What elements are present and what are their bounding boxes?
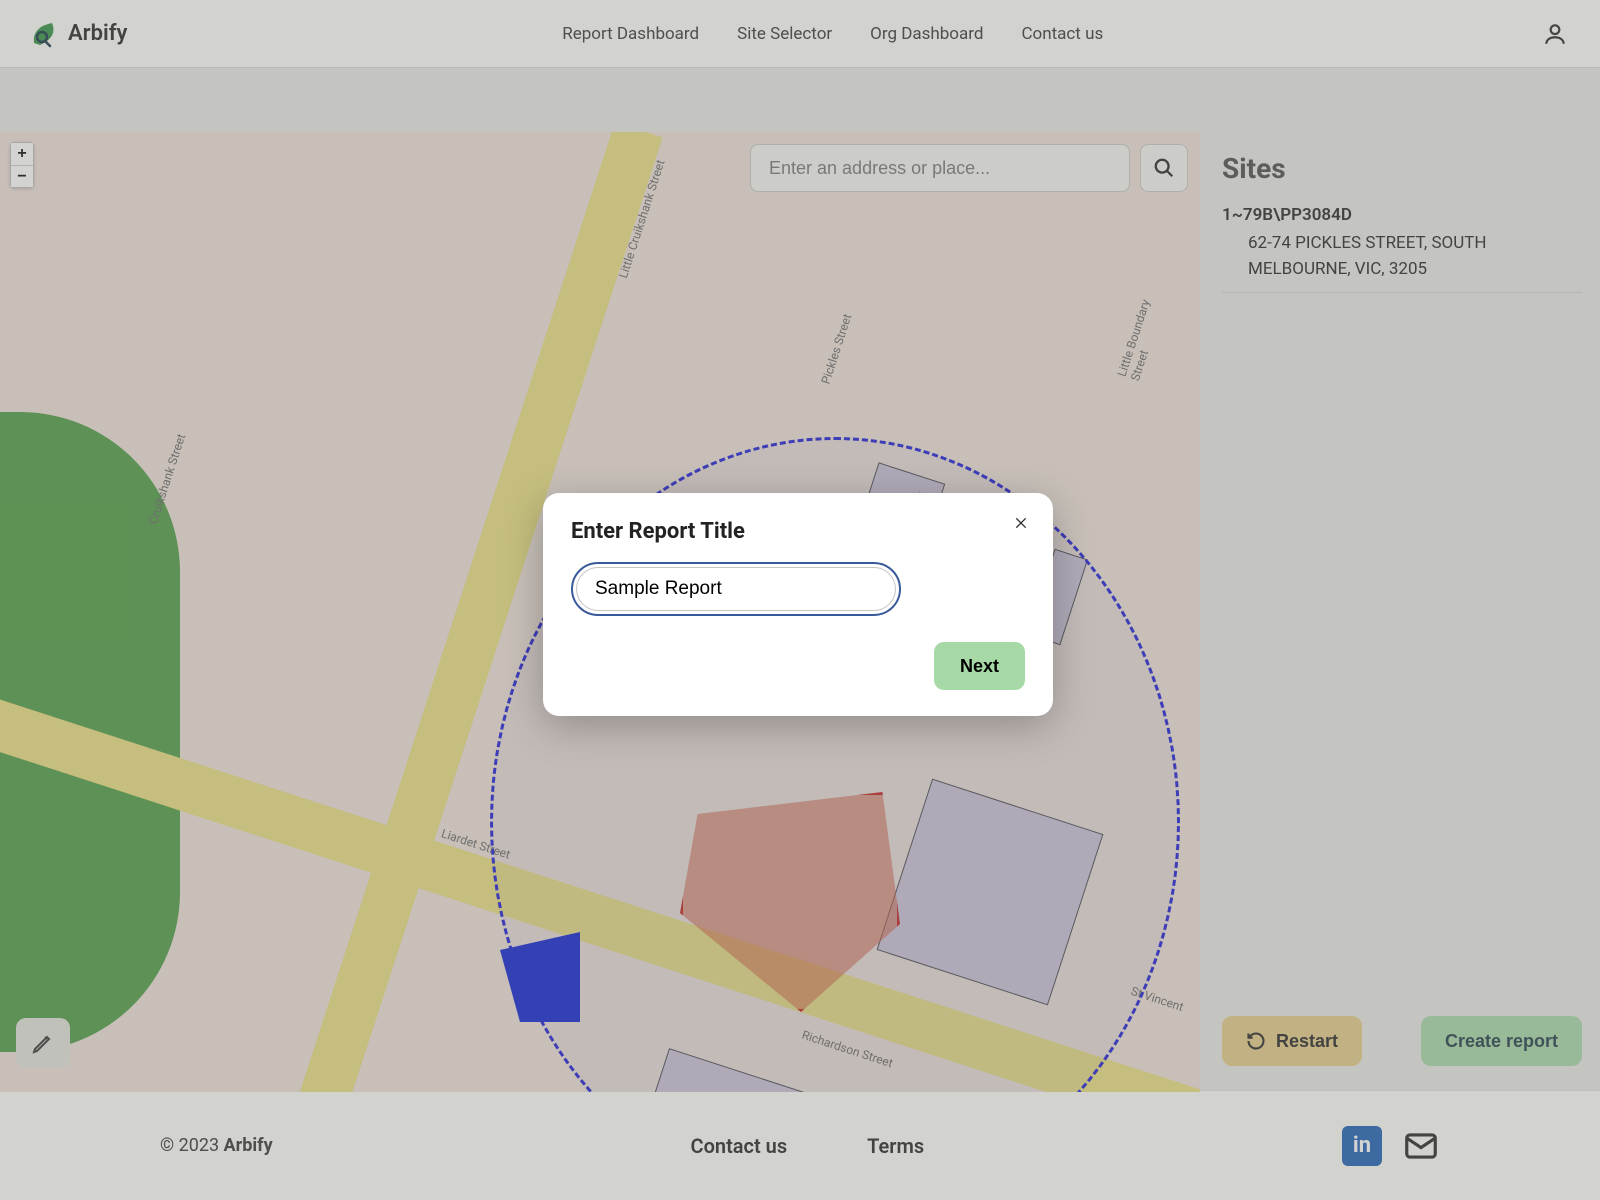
zoom-in-button[interactable]: + — [11, 143, 33, 165]
search-icon — [1153, 157, 1175, 179]
app-footer: © 2023 Arbify Contact us Terms in — [0, 1090, 1600, 1200]
next-button[interactable]: Next — [934, 642, 1025, 690]
restart-button[interactable]: Restart — [1222, 1016, 1362, 1066]
linkedin-icon[interactable]: in — [1342, 1126, 1382, 1166]
sites-panel: Sites 1~79B\PP3084D 62-74 PICKLES STREET… — [1200, 132, 1600, 1090]
divider — [1222, 292, 1582, 293]
create-report-button[interactable]: Create report — [1421, 1016, 1582, 1066]
create-report-label: Create report — [1445, 1031, 1558, 1052]
street-label: Pickles Street — [819, 312, 855, 386]
brand-name: Arbify — [68, 21, 127, 46]
close-icon — [1013, 515, 1029, 531]
modal-close-button[interactable] — [1009, 513, 1033, 537]
nav-contact-us[interactable]: Contact us — [1021, 24, 1103, 44]
footer-copyright: © 2023 Arbify — [160, 1135, 273, 1156]
zoom-out-button[interactable]: − — [11, 165, 33, 187]
footer-social: in — [1342, 1126, 1440, 1166]
copyright-prefix: © 2023 — [160, 1135, 224, 1156]
draw-tool-button[interactable] — [16, 1018, 70, 1068]
modal-input-focus-ring — [571, 562, 901, 616]
footer-terms-link[interactable]: Terms — [867, 1134, 924, 1158]
search-button[interactable] — [1140, 144, 1188, 192]
pencil-icon — [31, 1031, 55, 1055]
site-address: 62-74 PICKLES STREET, SOUTH MELBOURNE, V… — [1222, 231, 1582, 282]
nav-site-selector[interactable]: Site Selector — [737, 24, 832, 44]
footer-links: Contact us Terms — [691, 1134, 925, 1158]
nav-org-dashboard[interactable]: Org Dashboard — [870, 24, 983, 44]
leaf-icon — [28, 17, 62, 51]
user-menu-button[interactable] — [1538, 17, 1572, 51]
footer-brand: Arbify — [224, 1135, 273, 1156]
mail-icon[interactable] — [1402, 1127, 1440, 1165]
street-label: Little Boundary Street — [1115, 269, 1176, 382]
restart-icon — [1246, 1031, 1266, 1051]
main-nav: Report Dashboard Site Selector Org Dashb… — [562, 24, 1103, 44]
sites-panel-title: Sites — [1222, 152, 1582, 185]
modal-title: Enter Report Title — [571, 519, 1025, 544]
nav-report-dashboard[interactable]: Report Dashboard — [562, 24, 699, 44]
site-item[interactable]: 1~79B\PP3084D 62-74 PICKLES STREET, SOUT… — [1222, 205, 1582, 293]
next-label: Next — [960, 656, 999, 677]
site-code: 1~79B\PP3084D — [1222, 205, 1582, 225]
report-title-modal: Enter Report Title Next — [543, 493, 1053, 716]
restart-label: Restart — [1276, 1031, 1338, 1052]
footer-contact-link[interactable]: Contact us — [691, 1134, 788, 1158]
address-search-input[interactable] — [750, 144, 1130, 192]
report-title-input[interactable] — [576, 567, 896, 611]
street-label: St Vincent — [1129, 984, 1185, 1014]
brand-logo[interactable]: Arbify — [28, 17, 127, 51]
panel-actions: Restart Create report — [1222, 1016, 1582, 1066]
map-search — [750, 144, 1188, 192]
user-icon — [1542, 21, 1568, 47]
modal-actions: Next — [571, 642, 1025, 690]
app-header: Arbify Report Dashboard Site Selector Or… — [0, 0, 1600, 68]
zoom-control: + − — [10, 142, 34, 188]
